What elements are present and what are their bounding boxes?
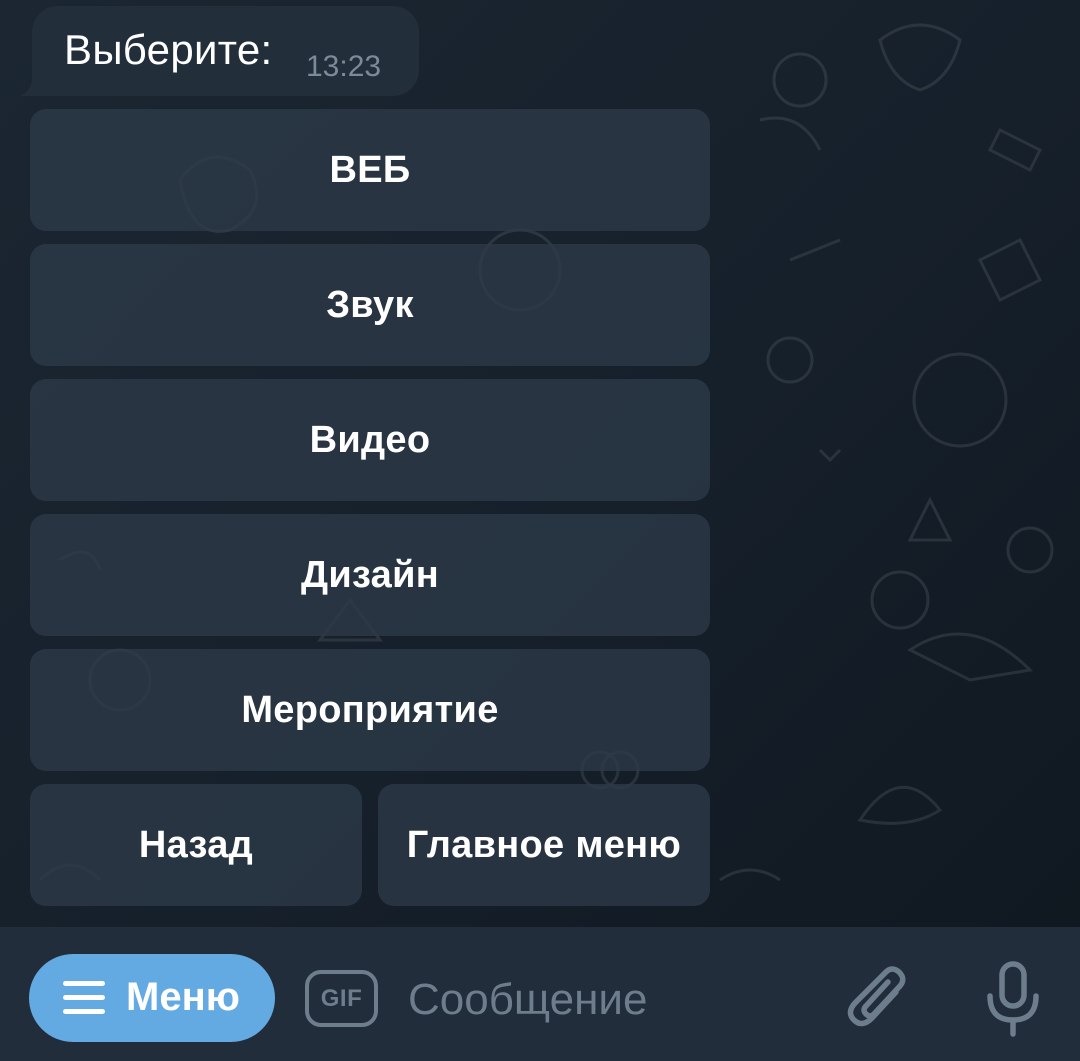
hamburger-icon [63, 981, 105, 1015]
keyboard-button-sound[interactable]: Звук [30, 244, 710, 366]
keyboard-button-event[interactable]: Мероприятие [30, 649, 710, 771]
chat-background: Выберите: 13:23 ВЕБ Звук Видео Дизайн Ме… [0, 0, 1080, 927]
paperclip-icon[interactable] [844, 962, 914, 1036]
gif-icon[interactable]: GIF [305, 970, 378, 1027]
menu-button[interactable]: Меню [29, 954, 275, 1042]
back-button[interactable]: Назад [30, 784, 362, 906]
keyboard-button-video[interactable]: Видео [30, 379, 710, 501]
keyboard-button-web[interactable]: ВЕБ [30, 109, 710, 231]
main-menu-button[interactable]: Главное меню [378, 784, 710, 906]
message-text: Выберите: [64, 26, 273, 73]
microphone-icon[interactable] [978, 960, 1048, 1038]
menu-button-label: Меню [126, 975, 240, 1019]
message-input[interactable] [408, 970, 808, 1030]
keyboard-button-design[interactable]: Дизайн [30, 514, 710, 636]
message-timestamp: 13:23 [306, 50, 382, 83]
